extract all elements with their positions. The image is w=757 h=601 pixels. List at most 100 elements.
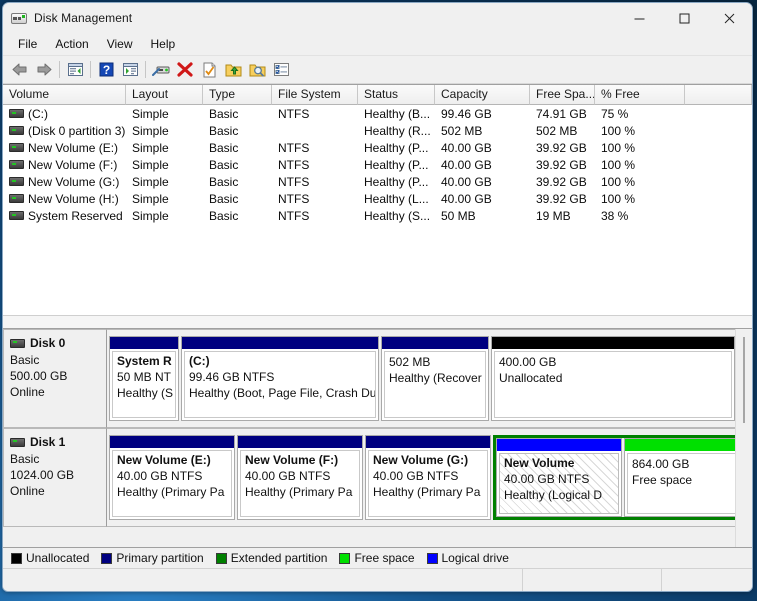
volume-label: New Volume (H:) [28, 191, 119, 206]
c-drive-partition[interactable]: (C:) 99.46 GB NTFS Healthy (Boot, Page Fil… [181, 336, 379, 421]
column-header-free[interactable]: % Free [595, 85, 685, 105]
maximize-button[interactable] [662, 3, 707, 33]
partition-label: System R [117, 354, 172, 368]
menu-help[interactable]: Help [142, 35, 185, 53]
column-header-file-system[interactable]: File System [272, 85, 358, 105]
capacity-cell: 40.00 GB [441, 174, 492, 189]
table-row[interactable]: (C:) Simple Basic NTFS Healthy (B... 99.46 GB… [3, 105, 752, 122]
system-reserved-partition[interactable]: System R 50 MB NT Healthy (S [109, 336, 179, 421]
column-header-blank[interactable] [685, 85, 752, 105]
new-volume-f-partition[interactable]: New Volume (F:) 40.00 GB NTFS Healthy (Pri… [237, 435, 363, 520]
type-cell: Basic [209, 191, 239, 206]
recovery-partition[interactable]: 502 MB Healthy (Recover [381, 336, 489, 421]
help-button[interactable]: ? [94, 58, 118, 81]
type-cell: Basic [209, 157, 239, 172]
status-cell: Healthy (P... [364, 157, 429, 172]
volume-disk-icon [9, 109, 24, 118]
volume-cell: New Volume (E:) [3, 141, 126, 155]
volume-label: System Reserved [28, 208, 123, 223]
partition-size: 40.00 GB NTFS [245, 469, 331, 483]
back-button[interactable] [8, 58, 32, 81]
menu-view[interactable]: View [98, 35, 142, 53]
status-segment-2 [523, 569, 661, 591]
volume-label: (Disk 0 partition 3) [28, 123, 126, 138]
toolbar-separator-2 [90, 61, 91, 78]
partition-status: Healthy (Boot, Page File, Crash Du [189, 386, 375, 400]
close-button[interactable] [707, 3, 752, 33]
disk-info-panel[interactable]: Disk 0 Basic 500.00 GB Online [3, 329, 107, 428]
menu-file[interactable]: File [9, 35, 46, 53]
show-hide-console-tree-button[interactable] [118, 58, 142, 81]
column-header-type[interactable]: Type [203, 85, 272, 105]
disk-info-panel[interactable]: Disk 1 Basic 1024.00 GB Online [3, 428, 107, 527]
table-row[interactable]: New Volume (F:) Simple Basic NTFS Healthy (P… [3, 156, 752, 173]
disk-title: Disk 0 [10, 336, 106, 350]
new-volume-g-partition[interactable]: New Volume (G:) 40.00 GB NTFS Healthy (Pri… [365, 435, 491, 520]
table-row[interactable]: New Volume (E:) Simple Basic NTFS Healthy (P… [3, 139, 752, 156]
status-segment-3 [662, 569, 752, 591]
free-cell: 39.92 GB [536, 157, 587, 172]
disk-rows: Disk 0 Basic 500.00 GB Online System R 50 MB … [3, 329, 752, 527]
table-row[interactable]: New Volume (H:) Simple Basic NTFS Healthy (L… [3, 190, 752, 207]
search-folder-button[interactable] [245, 58, 269, 81]
scrollbar-thumb[interactable] [743, 337, 745, 423]
unallocated-space[interactable]: 400.00 GB Unallocated [491, 336, 735, 421]
volume-list-horizontal-scrollbar[interactable] [3, 315, 752, 328]
disk-pane-vertical-scrollbar[interactable] [735, 329, 752, 547]
export-folder-button[interactable] [221, 58, 245, 81]
hard-disk-icon [10, 437, 25, 447]
partition-status: Healthy (S [117, 386, 174, 400]
column-header-volume[interactable]: Volume [3, 85, 126, 105]
table-row[interactable]: (Disk 0 partition 3) Simple Basic Healthy (… [3, 122, 752, 139]
disk-properties-button[interactable] [149, 58, 173, 81]
volume-cell: New Volume (H:) [3, 192, 126, 206]
pctfree-cell: 100 % [601, 157, 636, 172]
column-header-free-spa[interactable]: Free Spa... [530, 85, 595, 105]
volume-list-body[interactable]: (C:) Simple Basic NTFS Healthy (B... 99.46 GB… [3, 105, 752, 315]
disk-partitions: System R 50 MB NT Healthy (S (C:) 99.46 GB N… [107, 329, 752, 428]
pctfree-cell: 100 % [601, 174, 636, 189]
toolbar-separator-1 [59, 61, 60, 78]
checklist-options-button[interactable] [269, 58, 293, 81]
legend-primary-partition-swatch [101, 552, 113, 564]
volume-list-header: Volume Layout Type File System Status Capacit… [3, 85, 752, 105]
minimize-button[interactable] [617, 3, 662, 33]
partition-label: New Volume (E:) [117, 453, 211, 467]
partition-color-bar [382, 337, 488, 349]
up-one-level-button[interactable] [63, 58, 87, 81]
volume-label: New Volume (E:) [28, 140, 119, 155]
type-cell: Basic [209, 123, 239, 138]
table-row[interactable]: System Reserved Simple Basic NTFS Healthy (S… [3, 207, 752, 224]
svg-text:?: ? [102, 63, 109, 77]
selected-extended-partition-group[interactable]: New Volume 40.00 GB NTFS Healthy (Logical … [493, 435, 752, 520]
status-cell: Healthy (B... [364, 106, 431, 121]
legend-extended-partition-swatch [215, 552, 227, 564]
pctfree-cell: 100 % [601, 140, 636, 155]
volume-label: New Volume (F:) [28, 157, 118, 172]
delete-volume-button[interactable] [173, 58, 197, 81]
column-header-capacity[interactable]: Capacity [435, 85, 530, 105]
legend-logical-drive-label: Logical drive [441, 551, 509, 565]
menu-action[interactable]: Action [46, 35, 97, 53]
layout-cell: Simple [132, 140, 169, 155]
checkmark-page-button[interactable] [197, 58, 221, 81]
layout-cell: Simple [132, 106, 169, 121]
legend-free-space-swatch [339, 552, 351, 564]
disk-partitions: New Volume (E:) 40.00 GB NTFS Healthy (Pri… [107, 428, 752, 527]
free-cell: 39.92 GB [536, 140, 587, 155]
table-row[interactable]: New Volume (G:) Simple Basic NTFS Healthy (P… [3, 173, 752, 190]
new-volume-h-logical-drive[interactable]: New Volume 40.00 GB NTFS Healthy (Logical … [496, 438, 622, 517]
legend-free-space-label: Free space [354, 551, 415, 565]
partition-details: 864.00 GB Free space [627, 453, 752, 514]
column-header-status[interactable]: Status [358, 85, 435, 105]
free-space-extended[interactable]: 864.00 GB Free space [624, 438, 752, 517]
new-volume-e-partition[interactable]: New Volume (E:) 40.00 GB NTFS Healthy (Pri… [109, 435, 235, 520]
partition-label: New Volume (G:) [373, 453, 469, 467]
type-cell: Basic [209, 140, 239, 155]
column-header-layout[interactable]: Layout [126, 85, 203, 105]
disk-state: Online [10, 385, 45, 399]
legend-unallocated-swatch [11, 552, 22, 564]
partition-size: 864.00 GB [632, 457, 690, 471]
volume-cell: (Disk 0 partition 3) [3, 124, 126, 138]
forward-button[interactable] [32, 58, 56, 81]
